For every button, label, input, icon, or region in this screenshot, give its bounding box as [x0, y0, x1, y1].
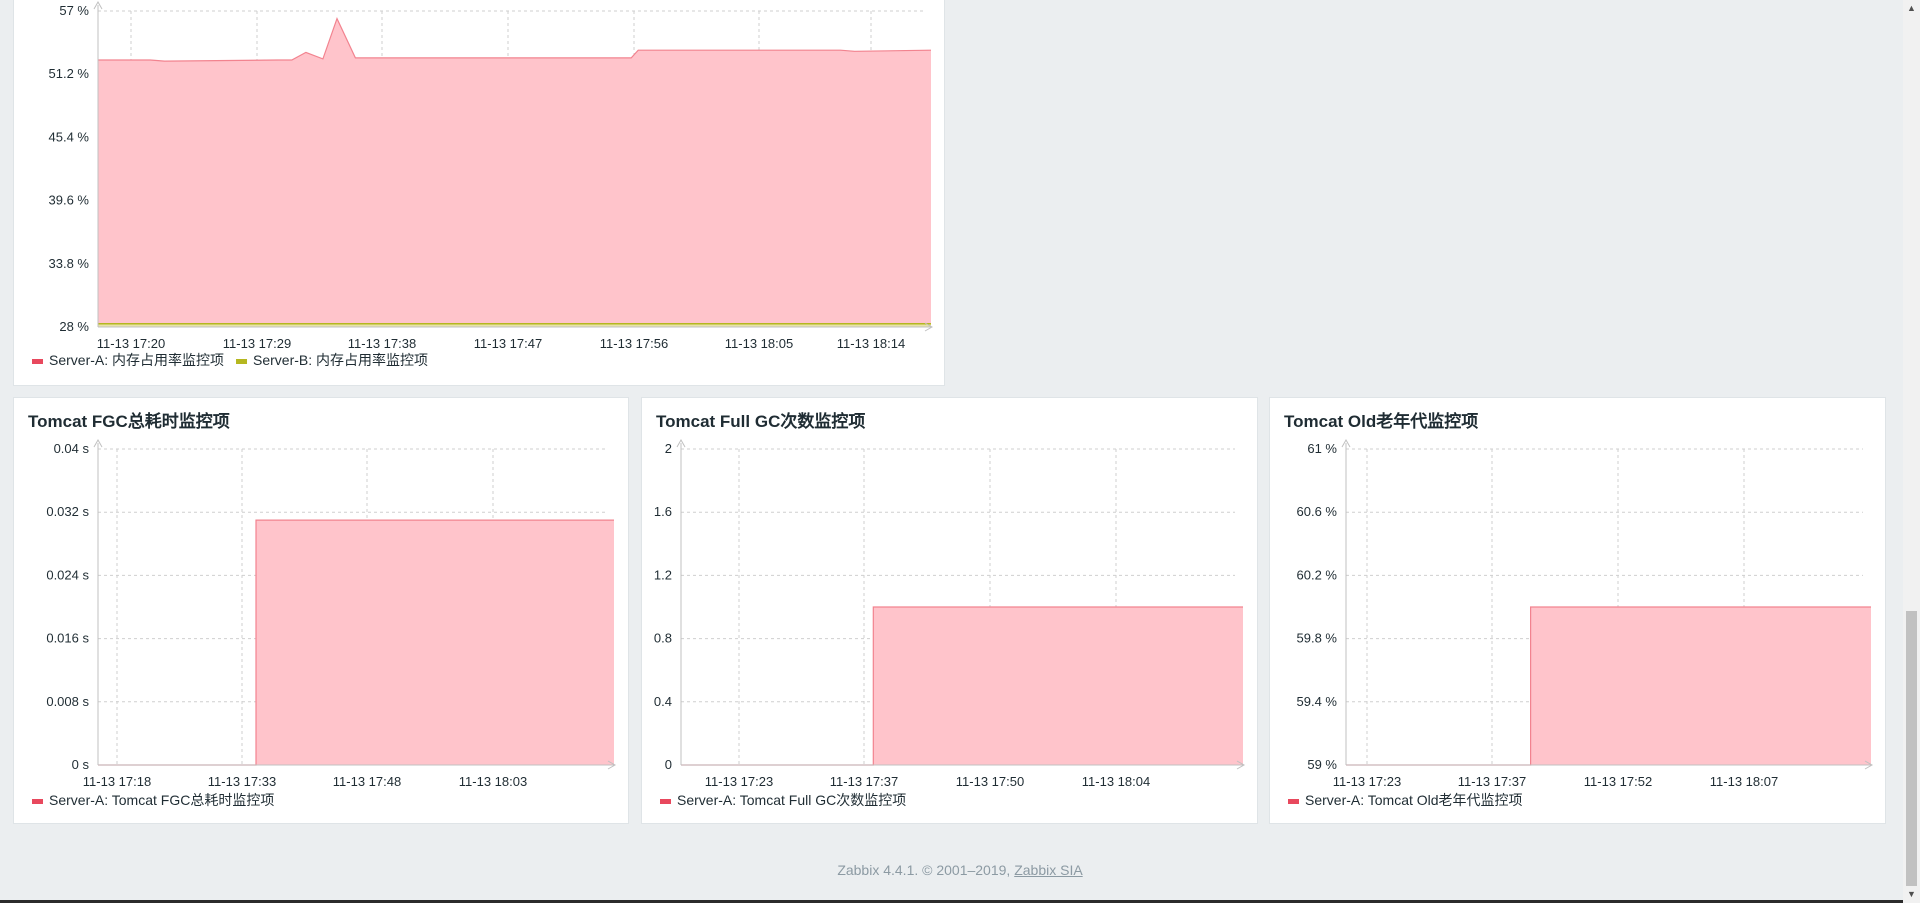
y-tick-label: 59 % [1307, 757, 1337, 772]
legend-label: Server-A: Tomcat FGC总耗时监控项 [49, 792, 274, 808]
series-area [98, 520, 614, 765]
x-tick-label: 11-13 17:38 [348, 336, 416, 351]
scroll-up-arrow-icon[interactable]: ▲ [1903, 0, 1920, 17]
y-tick-label: 0.024 s [46, 567, 89, 582]
legend-swatch [32, 799, 43, 804]
y-tick-label: 0 s [72, 757, 90, 772]
x-tick-label: 11-13 17:37 [1458, 774, 1526, 789]
y-tick-label: 33.8 % [49, 256, 90, 271]
legend-label: Server-A: Tomcat Full GC次数监控项 [677, 792, 906, 808]
legend-swatch [660, 799, 671, 804]
legend-label: Server-A: 内存占用率监控项 [49, 352, 224, 368]
scroll-down-arrow-icon[interactable]: ▼ [1903, 886, 1920, 903]
scrollbar-thumb[interactable] [1906, 611, 1917, 886]
y-tick-label: 57 % [59, 3, 89, 18]
x-tick-label: 11-13 17:48 [333, 774, 401, 789]
x-tick-label: 11-13 17:56 [600, 336, 668, 351]
x-tick-label: 11-13 17:20 [97, 336, 165, 351]
series-area [1346, 607, 1871, 765]
y-tick-label: 28 % [59, 319, 89, 334]
x-tick-label: 11-13 18:07 [1710, 774, 1778, 789]
legend-label: Server-B: 内存占用率监控项 [253, 352, 428, 368]
series-area [681, 607, 1243, 765]
y-tick-label: 0.4 [654, 694, 672, 709]
footer-link[interactable]: Zabbix SIA [1014, 862, 1082, 878]
vertical-scrollbar[interactable]: ▲ ▼ [1903, 0, 1920, 903]
fgc-time-graph: 0 s 0.008 s 0.016 s 0.024 s 0.032 s 0.04 s 11-… [32, 438, 617, 808]
x-tick-label: 11-13 17:47 [474, 336, 542, 351]
legend-swatch [32, 359, 43, 364]
y-tick-label: 0.008 s [46, 694, 89, 709]
y-tick-label: 60.2 % [1297, 567, 1338, 582]
series-area [98, 18, 931, 327]
old-gen-graph: 59 % 59.4 % 59.8 % 60.2 % 60.6 % 61 % 11-13 17… [1288, 438, 1874, 808]
y-tick-label: 60.6 % [1297, 504, 1338, 519]
y-tick-label: 59.8 % [1297, 631, 1338, 646]
y-tick-label: 0 [665, 757, 672, 772]
x-tick-label: 11-13 18:03 [459, 774, 527, 789]
x-tick-label: 11-13 17:29 [223, 336, 291, 351]
fgc-time-widget: Tomcat FGC总耗时监控项 0 s 0.008 s 0.016 s 0.024 … [13, 397, 629, 824]
y-tick-label: 0.8 [654, 631, 672, 646]
y-tick-label: 0.016 s [46, 631, 89, 646]
x-tick-label: 11-13 17:23 [1333, 774, 1401, 789]
y-tick-label: 39.6 % [49, 193, 90, 208]
legend-label: Server-A: Tomcat Old老年代监控项 [1305, 792, 1523, 808]
x-tick-label: 11-13 18:05 [725, 336, 793, 351]
y-tick-label: 2 [665, 441, 672, 456]
x-tick-label: 11-13 17:52 [1584, 774, 1652, 789]
x-tick-label: 11-13 17:50 [956, 774, 1024, 789]
full-gc-count-graph: 0 0.4 0.8 1.2 1.6 2 11-13 17:23 11-13 17:37 11-1… [654, 438, 1246, 808]
legend-swatch [236, 359, 248, 364]
y-tick-label: 1.6 [654, 504, 672, 519]
y-tick-label: 45.4 % [49, 129, 90, 144]
x-tick-label: 11-13 18:04 [1082, 774, 1150, 789]
x-tick-label: 11-13 17:23 [705, 774, 773, 789]
y-tick-label: 0.032 s [46, 504, 89, 519]
x-tick-label: 11-13 18:14 [837, 336, 905, 351]
x-tick-label: 11-13 17:37 [830, 774, 898, 789]
memory-usage-graph: 28 % 33.8 % 39.6 % 45.4 % 51.2 % 57 % 11-13 17… [32, 0, 934, 368]
x-tick-label: 11-13 17:18 [83, 774, 151, 789]
legend-swatch [1288, 799, 1299, 804]
footer-text: Zabbix 4.4.1. © 2001–2019, [837, 862, 1015, 878]
old-gen-widget: Tomcat Old老年代监控项 59 % 59.4 % 59.8 % 60.2 % 6… [1269, 397, 1886, 824]
x-tick-label: 11-13 17:33 [208, 774, 276, 789]
y-tick-label: 61 % [1307, 441, 1337, 456]
full-gc-count-widget: Tomcat Full GC次数监控项 0 0.4 0.8 1.2 1.6 2 11-13 … [641, 397, 1258, 824]
y-tick-label: 59.4 % [1297, 694, 1338, 709]
memory-usage-widget: 28 % 33.8 % 39.6 % 45.4 % 51.2 % 57 % 11-13 17… [13, 0, 945, 386]
y-tick-label: 51.2 % [49, 66, 90, 81]
y-tick-label: 0.04 s [54, 441, 90, 456]
page-footer: Zabbix 4.4.1. © 2001–2019, Zabbix SIA [0, 862, 1920, 878]
y-tick-label: 1.2 [654, 567, 672, 582]
